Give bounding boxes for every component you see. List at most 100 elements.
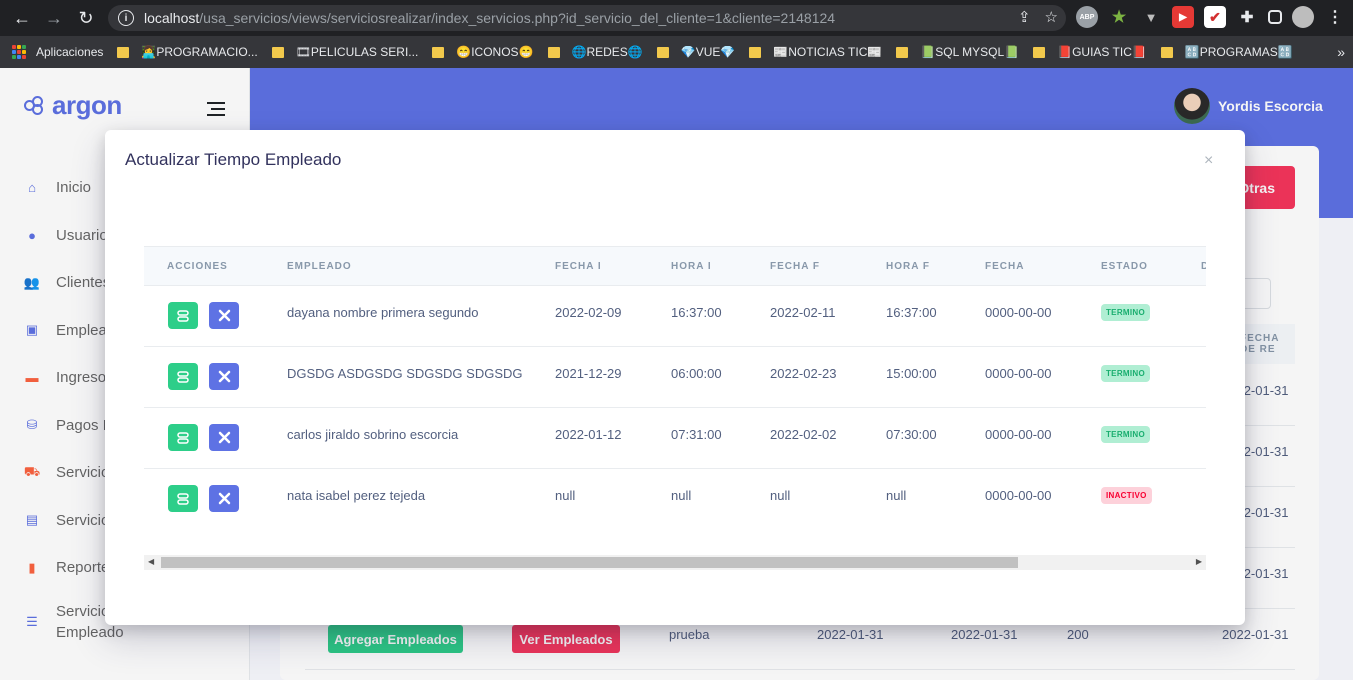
cell-fecha: 0000-00-00: [985, 305, 1052, 320]
close-icon[interactable]: ×: [1204, 152, 1213, 170]
bookmark-noticias[interactable]: 📰NOTICIAS TIC📰: [749, 45, 882, 59]
edit-tools-button[interactable]: [209, 363, 239, 390]
bookmark-apps[interactable]: Aplicaciones: [12, 45, 103, 59]
back-icon[interactable]: ←: [6, 2, 38, 34]
bookmark-vue[interactable]: 💎VUE💎: [656, 45, 736, 59]
cell-fecha-i: 2022-02-09: [555, 305, 622, 320]
bookmark-iconos[interactable]: 😁ICONOS😁: [432, 45, 534, 59]
cell-hora-f: 15:00:00: [886, 366, 937, 381]
cell-hora-i: 07:31:00: [671, 427, 722, 442]
cell-hora-i: null: [671, 488, 692, 503]
folder-icon: [117, 46, 130, 58]
table-row: nata isabel perez tejeda null null null …: [144, 469, 1206, 530]
cell-fecha-f: null: [770, 488, 791, 503]
folder-icon: [896, 46, 909, 58]
url-text: localhost/usa_servicios/views/serviciosr…: [144, 10, 836, 26]
edit-tools-button[interactable]: [209, 424, 239, 451]
edit-tools-button[interactable]: [209, 302, 239, 329]
status-badge: TERMINO: [1101, 304, 1150, 321]
tools-icon: [218, 309, 230, 322]
address-bar[interactable]: i localhost/usa_servicios/views/servicio…: [108, 5, 1066, 31]
toggle-icon: [177, 431, 189, 444]
status-badge: TERMINO: [1101, 365, 1150, 382]
tools-icon: [218, 492, 230, 505]
cell-empleado: dayana nombre primera segundo: [287, 305, 479, 320]
status-badge: TERMINO: [1101, 426, 1150, 443]
bookmark-programas[interactable]: 🔠PROGRAMAS🔠: [1160, 45, 1293, 59]
bookmark-label: 👩‍💻PROGRAMACIO...: [141, 45, 258, 59]
cell-fecha: 0000-00-00: [985, 427, 1052, 442]
folder-icon: [656, 46, 669, 58]
employees-table: ACCIONES EMPLEADO FECHA I HORA I FECHA F…: [144, 246, 1206, 558]
cell-fecha: 0000-00-00: [985, 488, 1052, 503]
bookmark-peliculas[interactable]: 🎞PELICULAS SERI...: [271, 45, 419, 59]
bookmark-label: 🎞PELICULAS SERI...: [295, 45, 419, 59]
folder-icon: [432, 46, 445, 58]
apps-grid-icon: [12, 45, 26, 59]
cell-fecha-i: null: [555, 488, 576, 503]
forward-icon[interactable]: →: [38, 2, 70, 34]
column-header: ACCIONES: [167, 261, 228, 272]
leaf-extension-icon[interactable]: ★: [1108, 6, 1130, 28]
reload-icon[interactable]: ↻: [70, 2, 102, 34]
browser-toolbar: ← → ↻ i localhost/usa_servicios/views/se…: [0, 0, 1353, 36]
puzzle-extension-icon[interactable]: ✚: [1236, 6, 1258, 28]
assign-button[interactable]: [168, 485, 198, 512]
column-header: FECHA: [985, 261, 1025, 272]
profile-icon[interactable]: [1292, 6, 1314, 28]
cell-hora-i: 06:00:00: [671, 366, 722, 381]
assign-button[interactable]: [168, 363, 198, 390]
toggle-icon: [177, 492, 189, 505]
cell-empleado: carlos jiraldo sobrino escorcia: [287, 427, 459, 442]
cell-fecha-f: 2022-02-11: [770, 305, 836, 320]
column-header: HORA I: [671, 261, 712, 272]
share-icon[interactable]: ⇪: [1018, 8, 1031, 26]
bookmark-label: 📗SQL MYSQL📗: [920, 45, 1020, 59]
column-header: HORA F: [886, 261, 930, 272]
bookmark-redes[interactable]: 🌐REDES🌐: [547, 45, 643, 59]
bookmark-programacion[interactable]: 👩‍💻PROGRAMACIO...: [117, 45, 258, 59]
bookmarks-bar: Aplicaciones 👩‍💻PROGRAMACIO... 🎞PELICULA…: [0, 36, 1353, 68]
update-time-modal: Actualizar Tiempo Empleado × ACCIONES EM…: [105, 130, 1245, 625]
folder-icon: [271, 46, 284, 58]
adblock-extension-icon[interactable]: ABP: [1076, 6, 1098, 28]
toggle-icon: [177, 309, 189, 322]
scroll-left-icon[interactable]: ◀: [148, 557, 154, 566]
toggle-icon: [177, 370, 189, 383]
vue-extension-icon[interactable]: ▼: [1140, 6, 1162, 28]
cell-hora-f: 16:37:00: [886, 305, 937, 320]
more-bookmarks-icon[interactable]: »: [1337, 44, 1345, 60]
bookmark-label: 🔠PROGRAMAS🔠: [1184, 45, 1293, 59]
status-badge: INACTIVO: [1101, 487, 1152, 504]
cell-hora-f: null: [886, 488, 907, 503]
scrollbar-thumb[interactable]: [161, 557, 1018, 568]
tools-icon: [218, 370, 230, 383]
horizontal-scrollbar[interactable]: ◀ ▶: [144, 555, 1206, 570]
assign-button[interactable]: [168, 424, 198, 451]
bookmark-sql[interactable]: 📗SQL MYSQL📗: [896, 45, 1019, 59]
table-header: ACCIONES EMPLEADO FECHA I HORA I FECHA F…: [144, 246, 1206, 286]
folder-icon: [749, 46, 762, 58]
column-header: FECHA F: [770, 261, 820, 272]
site-info-icon[interactable]: i: [118, 10, 134, 26]
window-icon[interactable]: [1268, 10, 1282, 24]
table-row: carlos jiraldo sobrino escorcia 2022-01-…: [144, 408, 1206, 469]
cell-fecha-f: 2022-02-23: [770, 366, 837, 381]
scroll-right-icon[interactable]: ▶: [1196, 557, 1202, 566]
edit-tools-button[interactable]: [209, 485, 239, 512]
star-icon[interactable]: ☆: [1045, 8, 1058, 26]
video-extension-icon[interactable]: ▶: [1172, 6, 1194, 28]
folder-icon: [1160, 46, 1173, 58]
bookmark-label: 💎VUE💎: [680, 45, 736, 59]
cell-hora-f: 07:30:00: [886, 427, 937, 442]
bookmark-label: 🌐REDES🌐: [571, 45, 643, 59]
bookmark-label: Aplicaciones: [36, 45, 104, 59]
assign-button[interactable]: [168, 302, 198, 329]
column-header: EMPLEADO: [287, 261, 352, 272]
checklist-extension-icon[interactable]: ✔: [1204, 6, 1226, 28]
column-header: D: [1201, 261, 1206, 272]
bookmark-label: 😁ICONOS😁: [456, 45, 534, 59]
bookmark-guias[interactable]: 📕GUIAS TIC📕: [1033, 45, 1147, 59]
cell-hora-i: 16:37:00: [671, 305, 722, 320]
kebab-menu-icon[interactable]: ⋮: [1324, 6, 1346, 28]
